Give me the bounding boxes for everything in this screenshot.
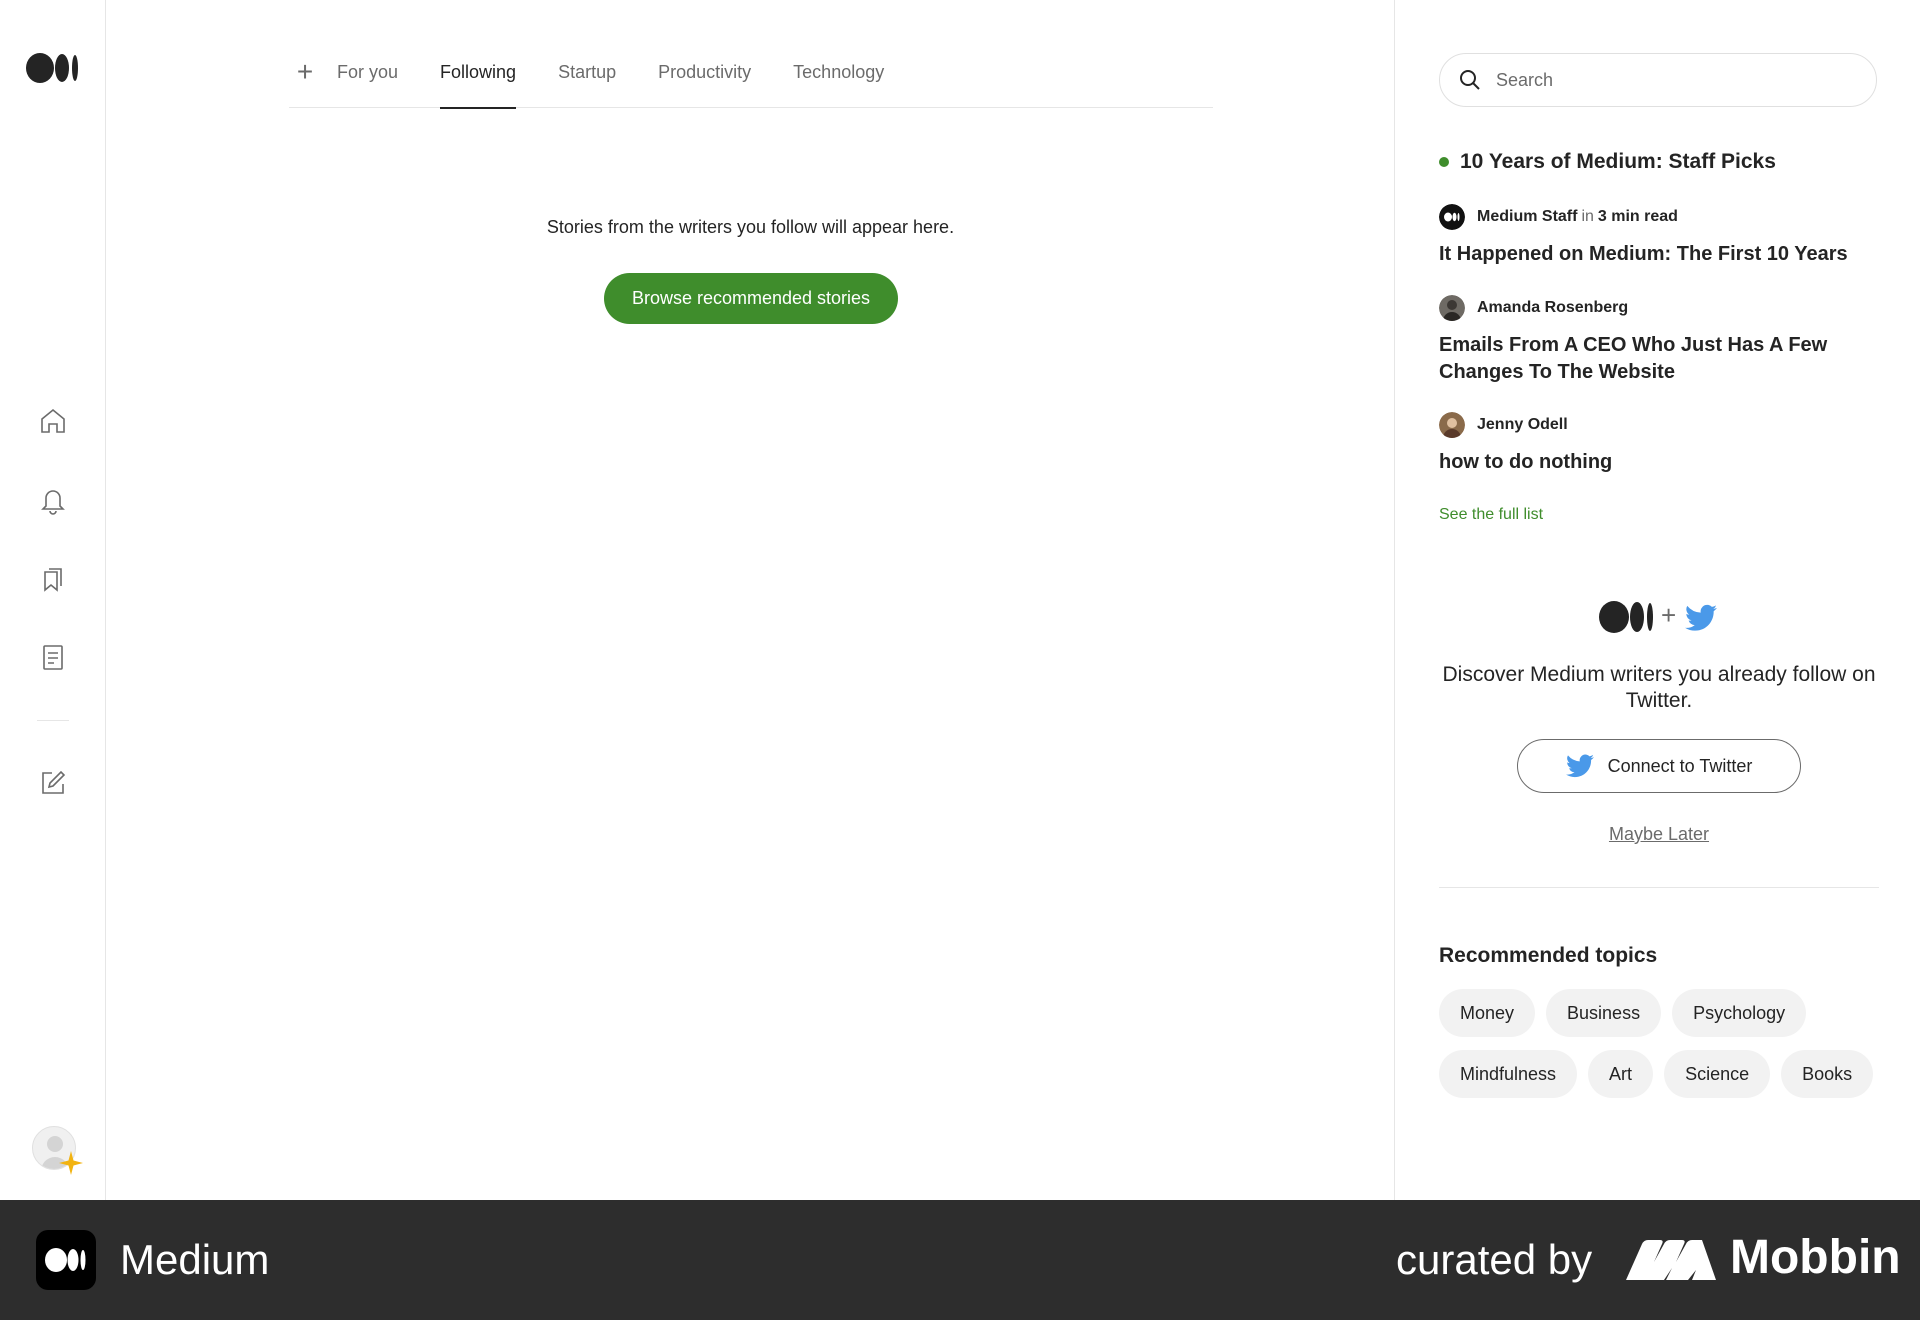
topic-chip-books[interactable]: Books <box>1781 1050 1874 1098</box>
browse-recommended-button[interactable]: Browse recommended stories <box>604 273 898 324</box>
medium-logo-icon <box>1599 601 1653 633</box>
medium-logo-icon[interactable] <box>26 52 80 84</box>
topic-chips: Money Business Psychology Mindfulness Ar… <box>1439 989 1879 1098</box>
twitter-discover-text: Discover Medium writers you already foll… <box>1442 663 1876 712</box>
search-input[interactable] <box>1496 69 1856 91</box>
pick-title[interactable]: Emails From A CEO Who Just Has A Few Cha… <box>1439 332 1879 386</box>
bell-icon[interactable] <box>36 483 70 517</box>
tab-productivity[interactable]: Productivity <box>658 50 751 108</box>
curated-by-label: curated by <box>1396 1236 1593 1283</box>
medium-plus-twitter-logos: + <box>1599 600 1719 634</box>
pick-title[interactable]: It Happened on Medium: The First 10 Year… <box>1439 241 1879 268</box>
topic-chip-science[interactable]: Science <box>1664 1050 1771 1098</box>
sparkle-icon <box>59 1151 83 1175</box>
bookmarks-icon[interactable] <box>36 562 70 596</box>
add-topic-button[interactable]: + <box>289 56 321 88</box>
topic-chip-money[interactable]: Money <box>1439 989 1536 1037</box>
recommended-topics-heading: Recommended topics <box>1439 944 1658 967</box>
pick-author[interactable]: Amanda Rosenberg <box>1439 295 1628 321</box>
topic-tabs: + For you Following Startup Productivity… <box>289 50 1213 109</box>
app-name: Medium <box>120 1236 270 1283</box>
plus-sign: + <box>1661 600 1677 630</box>
twitter-bird-icon <box>1685 604 1717 631</box>
empty-feed-message: Stories from the writers you follow will… <box>546 217 955 237</box>
home-icon[interactable] <box>36 404 70 438</box>
author-avatar <box>1439 412 1465 438</box>
staff-picks-heading[interactable]: 10 Years of Medium: Staff Picks <box>1439 150 1776 174</box>
pick-title[interactable]: how to do nothing <box>1439 449 1879 476</box>
tab-startup[interactable]: Startup <box>558 50 616 108</box>
mobbin-banner: Medium curated by Mobbin <box>0 1200 1920 1320</box>
mobbin-logo-icon <box>1626 1240 1716 1280</box>
green-dot-icon <box>1439 157 1449 167</box>
read-time: 3 min read <box>1597 208 1678 225</box>
connect-twitter-label: Connect to Twitter <box>1607 755 1753 776</box>
author-avatar <box>1439 295 1465 321</box>
author-name: Jenny Odell <box>1477 416 1568 433</box>
right-sidebar: 10 Years of Medium: Staff Picks Medium S… <box>1439 0 1879 1200</box>
medium-staff-avatar <box>1439 204 1465 230</box>
rail-divider <box>37 720 69 721</box>
in-label: in <box>1581 208 1594 225</box>
main-feed: + For you Following Startup Productivity… <box>106 0 1395 1200</box>
search-box[interactable] <box>1439 53 1877 107</box>
medium-app-icon <box>36 1230 96 1290</box>
twitter-bird-icon <box>1565 754 1594 778</box>
search-icon <box>1460 70 1480 90</box>
connect-twitter-button[interactable]: Connect to Twitter <box>1517 739 1801 793</box>
pick-author[interactable]: Jenny Odell <box>1439 412 1568 438</box>
mobbin-wordmark: Mobbin <box>1730 1231 1901 1284</box>
sidebar-divider <box>1439 887 1879 888</box>
author-name: Medium Staff <box>1477 208 1578 225</box>
pick-author[interactable]: Medium Staff in 3 min read <box>1439 204 1678 230</box>
left-rail <box>0 0 106 1200</box>
topic-chip-mindfulness[interactable]: Mindfulness <box>1439 1050 1578 1098</box>
staff-picks-title: 10 Years of Medium: Staff Picks <box>1460 150 1776 173</box>
write-icon[interactable] <box>36 766 70 800</box>
see-full-list-link[interactable]: See the full list <box>1439 506 1543 524</box>
tab-technology[interactable]: Technology <box>793 50 884 108</box>
stories-icon[interactable] <box>36 640 70 674</box>
topic-chip-psychology[interactable]: Psychology <box>1672 989 1807 1037</box>
maybe-later-link[interactable]: Maybe Later <box>1439 824 1879 845</box>
tab-for-you[interactable]: For you <box>337 50 398 108</box>
topic-chip-art[interactable]: Art <box>1588 1050 1654 1098</box>
tab-following[interactable]: Following <box>440 50 517 109</box>
topic-chip-business[interactable]: Business <box>1546 989 1662 1037</box>
author-name: Amanda Rosenberg <box>1477 299 1629 316</box>
